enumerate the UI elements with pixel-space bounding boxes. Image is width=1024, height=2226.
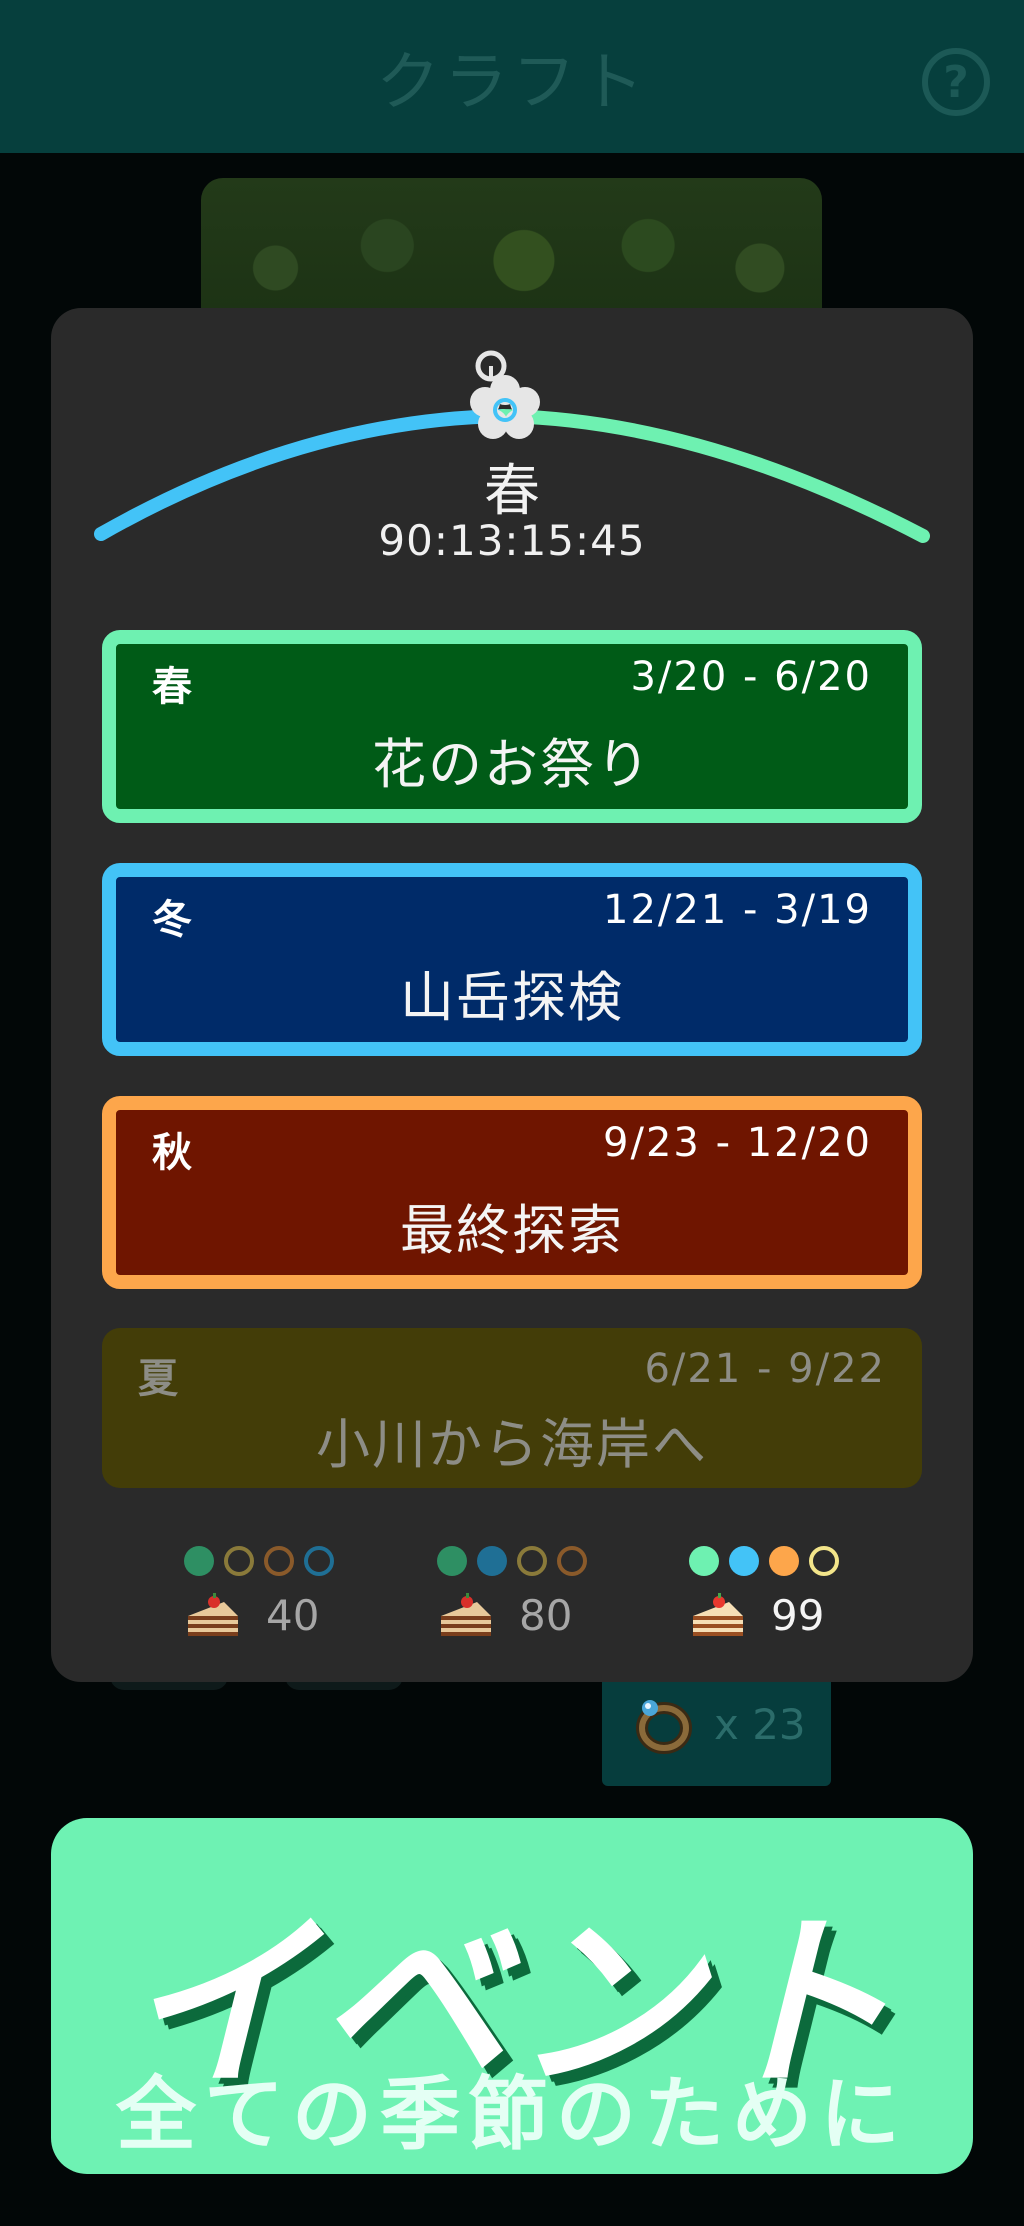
event-schedule-dialog: 春 90:13:15:45 春 3/20 - 6/20 花のお祭り 冬 12/2… bbox=[51, 308, 973, 1682]
page-title: クラフト bbox=[376, 45, 648, 120]
event-season: 春 bbox=[152, 664, 192, 710]
banner-subtitle: 全ての季節のために bbox=[116, 2068, 908, 2161]
cake-icon bbox=[441, 1593, 491, 1636]
event-dates: 3/20 - 6/20 bbox=[630, 654, 872, 700]
event-card-autumn[interactable]: 秋 9/23 - 12/20 最終探索 bbox=[102, 1096, 922, 1289]
reward-tier-2: 80 bbox=[437, 1546, 607, 1656]
cake-icon bbox=[188, 1593, 238, 1636]
event-name: 山岳探検 bbox=[400, 966, 624, 1029]
season-progress-dots bbox=[689, 1546, 859, 1576]
season-progress-dots bbox=[184, 1546, 354, 1576]
event-season: 冬 bbox=[152, 897, 192, 943]
event-name: 最終探索 bbox=[400, 1199, 624, 1262]
reward-value: 99 bbox=[771, 1590, 825, 1640]
event-dates: 9/23 - 12/20 bbox=[603, 1120, 872, 1166]
event-name: 花のお祭り bbox=[372, 733, 652, 796]
event-card-spring[interactable]: 春 3/20 - 6/20 花のお祭り bbox=[102, 630, 922, 823]
progress-dot bbox=[437, 1546, 467, 1576]
progress-dot bbox=[689, 1546, 719, 1576]
progress-dot bbox=[557, 1546, 587, 1576]
event-promo-banner: イベント 全ての季節のために bbox=[51, 1818, 973, 2174]
progress-dot bbox=[264, 1546, 294, 1576]
event-dates: 12/21 - 3/19 bbox=[603, 887, 872, 933]
event-card-winter[interactable]: 冬 12/21 - 3/19 山岳探検 bbox=[102, 863, 922, 1056]
event-season: 夏 bbox=[138, 1356, 178, 1402]
cake-icon bbox=[693, 1593, 743, 1636]
forest-scene-image bbox=[201, 178, 822, 328]
progress-dot bbox=[809, 1546, 839, 1576]
season-countdown: 90:13:15:45 bbox=[378, 516, 646, 565]
event-dates: 6/21 - 9/22 bbox=[644, 1346, 886, 1392]
current-season-label: 春 bbox=[484, 459, 540, 524]
season-progress-dots bbox=[437, 1546, 607, 1576]
progress-dot bbox=[729, 1546, 759, 1576]
reward-value: 80 bbox=[519, 1590, 573, 1640]
top-app-bar: クラフト ? bbox=[0, 0, 1024, 153]
progress-dot bbox=[769, 1546, 799, 1576]
event-card-summer[interactable]: 夏 6/21 - 9/22 小川から海岸へ bbox=[102, 1328, 922, 1488]
ring-icon bbox=[636, 1700, 692, 1754]
reward-tier-3: 99 bbox=[689, 1546, 859, 1656]
flower-icon bbox=[470, 350, 540, 439]
progress-dot bbox=[304, 1546, 334, 1576]
progress-dot bbox=[184, 1546, 214, 1576]
reward-tier-1: 40 bbox=[184, 1546, 354, 1656]
progress-dot bbox=[224, 1546, 254, 1576]
progress-dot bbox=[477, 1546, 507, 1576]
item-count: x 23 bbox=[714, 1700, 806, 1749]
reward-value: 40 bbox=[266, 1590, 320, 1640]
help-button[interactable]: ? bbox=[922, 48, 990, 116]
event-name: 小川から海岸へ bbox=[316, 1413, 708, 1476]
inventory-item[interactable]: x 23 bbox=[602, 1678, 831, 1786]
event-season: 秋 bbox=[152, 1130, 192, 1176]
season-dial: 春 90:13:15:45 bbox=[51, 308, 973, 568]
progress-dot bbox=[517, 1546, 547, 1576]
